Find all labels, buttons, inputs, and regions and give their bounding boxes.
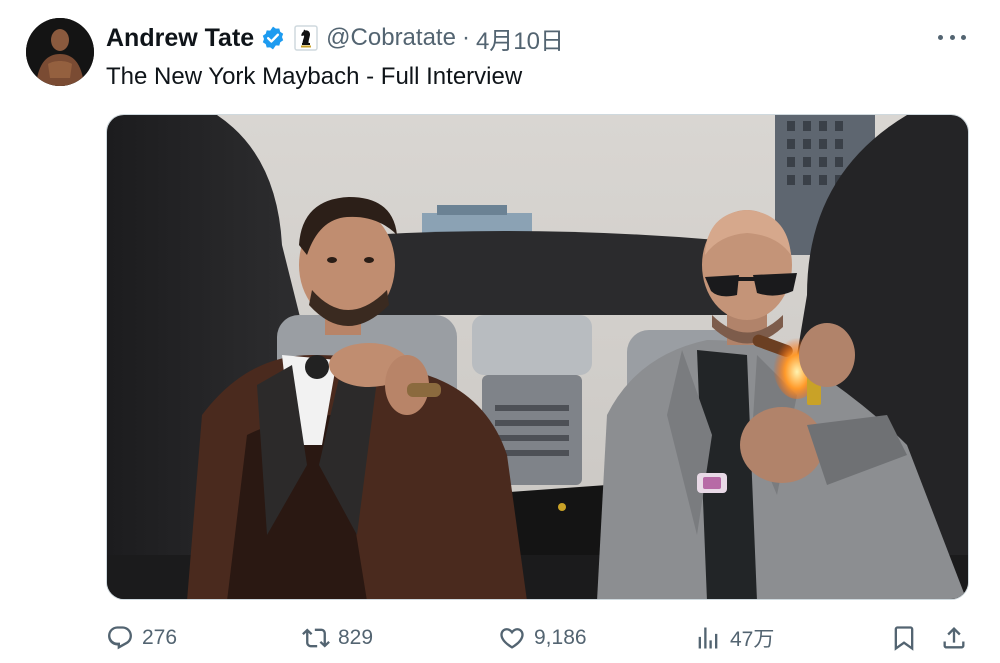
- share-icon: [943, 627, 965, 649]
- display-name[interactable]: Andrew Tate: [106, 24, 254, 53]
- reply-button[interactable]: 276: [106, 620, 177, 656]
- verified-badge-icon: [260, 25, 286, 51]
- repost-icon: [302, 628, 330, 648]
- action-bar: 276 829 9,186 47万: [106, 620, 972, 656]
- tweet-time[interactable]: 4月10日: [476, 21, 564, 56]
- tweet: Andrew Tate @Cobratate · 4月10日 The New Y…: [0, 0, 1000, 663]
- repost-count: 829: [338, 626, 374, 649]
- more-icon[interactable]: [938, 28, 966, 46]
- separator-dot: ·: [461, 24, 470, 51]
- reply-icon: [108, 626, 132, 650]
- bookmark-button[interactable]: [890, 620, 918, 656]
- tweet-text: The New York Maybach - Full Interview: [106, 63, 523, 90]
- avatar-image: [26, 18, 94, 86]
- views-icon: [698, 627, 718, 649]
- like-button[interactable]: 9,186: [498, 620, 587, 656]
- reply-count: 276: [142, 626, 178, 649]
- user-handle[interactable]: @Cobratate: [326, 24, 456, 52]
- like-count: 9,186: [534, 626, 587, 649]
- tweet-media[interactable]: [106, 114, 969, 600]
- views-button[interactable]: 47万: [694, 620, 774, 656]
- share-button[interactable]: [940, 620, 968, 656]
- chess-knight-icon[interactable]: [294, 25, 318, 51]
- repost-button[interactable]: 829: [302, 620, 373, 656]
- tweet-header: Andrew Tate @Cobratate · 4月10日: [106, 20, 564, 56]
- avatar[interactable]: [26, 18, 94, 86]
- views-count: 47万: [730, 628, 775, 651]
- like-icon: [500, 628, 524, 649]
- bookmark-icon: [894, 626, 914, 651]
- video-thumbnail: [107, 115, 968, 599]
